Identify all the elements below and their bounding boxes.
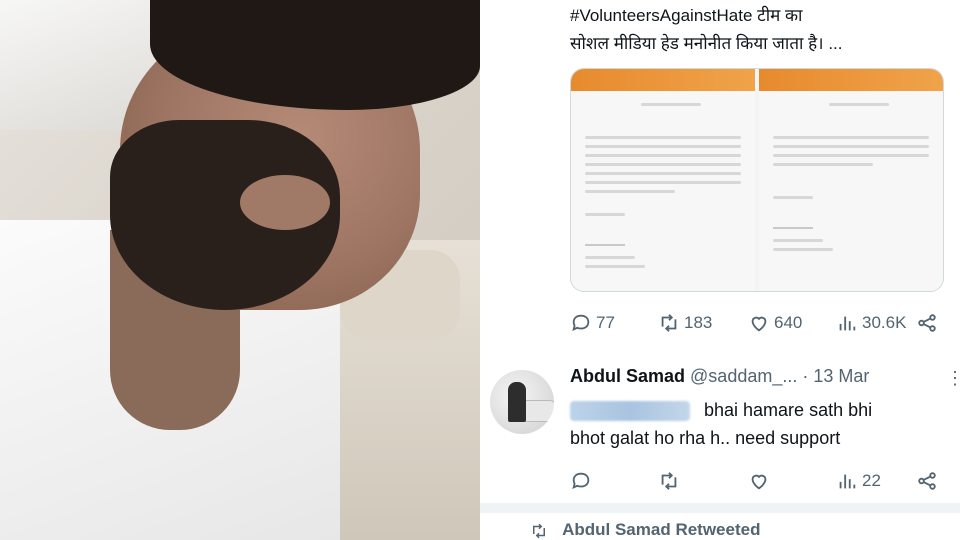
divider: [480, 503, 960, 513]
like-icon: [751, 474, 767, 490]
reply-reply-button[interactable]: [570, 470, 592, 492]
share-button[interactable]: [916, 312, 938, 334]
mention-blurred: [570, 401, 690, 422]
retweeted-indicator: Abdul Samad Retweeted: [530, 520, 760, 540]
tweet-text-line-1: #VolunteersAgainstHate टीम का: [570, 6, 803, 25]
reply-share-button[interactable]: [916, 470, 938, 492]
reply-date[interactable]: · 13 Mar: [802, 366, 869, 386]
retweet-icon: [661, 472, 677, 490]
reply-author-name[interactable]: Abdul Samad: [570, 366, 685, 386]
retweet-icon: [661, 314, 677, 332]
views-count: 30.6K: [862, 313, 907, 332]
letterhead-bar: [571, 69, 755, 91]
reply-views-count: 22: [862, 471, 881, 490]
reply-actions: 22: [570, 466, 950, 496]
reply-icon: [572, 314, 590, 332]
signature: [585, 232, 625, 246]
cheek: [240, 175, 330, 230]
reply-icon: [572, 472, 590, 490]
more-icon[interactable]: ⋮: [946, 368, 960, 388]
retweet-icon: [533, 523, 545, 538]
reply-button[interactable]: 77: [570, 312, 615, 334]
reply-line-1: bhai hamare sath bhi: [704, 400, 873, 420]
reply-body: bhai hamare sath bhi bhot galat ho rha h…: [570, 396, 940, 452]
share-icon: [918, 314, 936, 332]
share-icon: [918, 472, 936, 490]
tweet-text: #VolunteersAgainstHate टीम का सोशल मीडिय…: [570, 2, 950, 58]
reply-header: Abdul Samad @saddam_... · 13 Mar: [570, 366, 940, 387]
retweet-count: 183: [684, 313, 713, 332]
retweet-button[interactable]: 183: [658, 312, 712, 334]
tweet-panel: #VolunteersAgainstHate टीम का सोशल मीडिय…: [480, 0, 960, 540]
reply-author-handle[interactable]: @saddam_...: [690, 366, 797, 386]
signature: [773, 215, 813, 229]
retweeted-label: Abdul Samad Retweeted: [562, 520, 761, 539]
reply-count: 77: [596, 313, 615, 332]
views-icon: [839, 316, 856, 331]
views-icon: [839, 474, 856, 489]
reply-line-2: bhot galat ho rha h.. need support: [570, 428, 841, 448]
like-icon: [751, 316, 767, 332]
views-button[interactable]: 30.6K: [836, 312, 906, 334]
like-button[interactable]: 640: [748, 312, 802, 334]
tweet-text-line-2: सोशल मीडिया हेड मनोनीत किया जाता है। ...: [570, 34, 843, 53]
reply-like-button[interactable]: [748, 470, 770, 492]
avatar[interactable]: [490, 370, 554, 434]
tweet-media[interactable]: [570, 68, 944, 292]
reply-retweet-button[interactable]: [658, 470, 680, 492]
like-count: 640: [774, 313, 803, 332]
letterhead-bar: [759, 69, 943, 91]
document-page-2: [759, 69, 943, 291]
tweet-actions: 77 183 640 30.6K: [570, 308, 950, 338]
document-page-1: [571, 69, 755, 291]
profile-photo: [0, 0, 480, 540]
reply-views-button[interactable]: 22: [836, 470, 881, 492]
